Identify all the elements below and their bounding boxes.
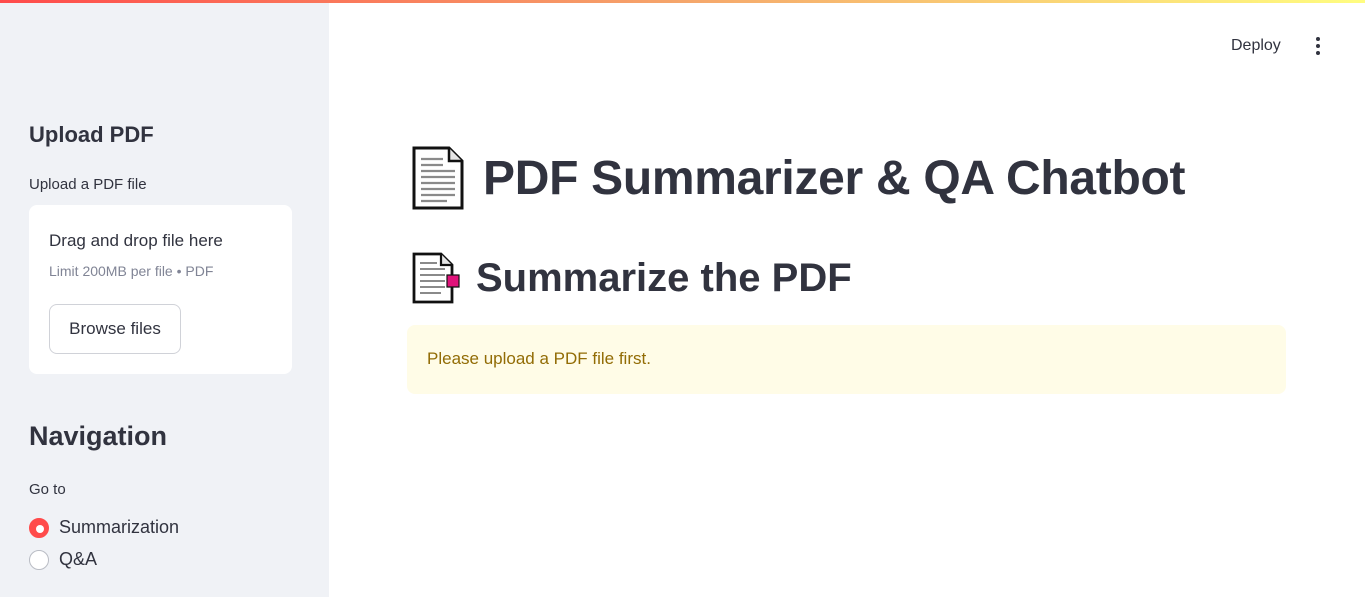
bookmark-tab-document-icon [412, 252, 460, 304]
radio-selected-icon [29, 517, 49, 538]
page-title-text: PDF Summarizer & QA Chatbot [483, 151, 1186, 205]
section-title: Summarize the PDF [411, 251, 852, 305]
radio-option-label: Summarization [59, 517, 180, 537]
top-decoration-bar [0, 0, 1365, 3]
radio-option-label: Q&A [59, 549, 98, 569]
dropzone-instructions: Drag and drop file here [49, 231, 223, 250]
nav-radio-label: Go to [29, 481, 66, 498]
navigation-heading: Navigation [29, 421, 168, 451]
page-document-icon [412, 146, 464, 210]
alert-message: Please upload a PDF file first. [427, 349, 651, 368]
radio-option-qa[interactable]: Q&A [29, 549, 97, 570]
dropzone-limit-text: Limit 200MB per file • PDF [49, 263, 214, 279]
kebab-menu-icon[interactable] [1309, 33, 1327, 59]
page-title: PDF Summarizer & QA Chatbot [411, 145, 1186, 211]
radio-option-summarization[interactable]: Summarization [29, 517, 179, 538]
sidebar: Upload PDF Upload a PDF file Drag and dr… [0, 0, 329, 597]
section-title-text: Summarize the PDF [476, 255, 852, 300]
radio-unselected-icon [29, 549, 49, 570]
warning-alert: Please upload a PDF file first. [407, 325, 1286, 394]
browse-files-button[interactable]: Browse files [49, 304, 181, 354]
upload-pdf-heading: Upload PDF [29, 122, 154, 147]
deploy-button[interactable]: Deploy [1220, 32, 1292, 60]
file-dropzone[interactable]: Drag and drop file here Limit 200MB per … [29, 205, 292, 374]
uploader-label: Upload a PDF file [29, 176, 147, 193]
